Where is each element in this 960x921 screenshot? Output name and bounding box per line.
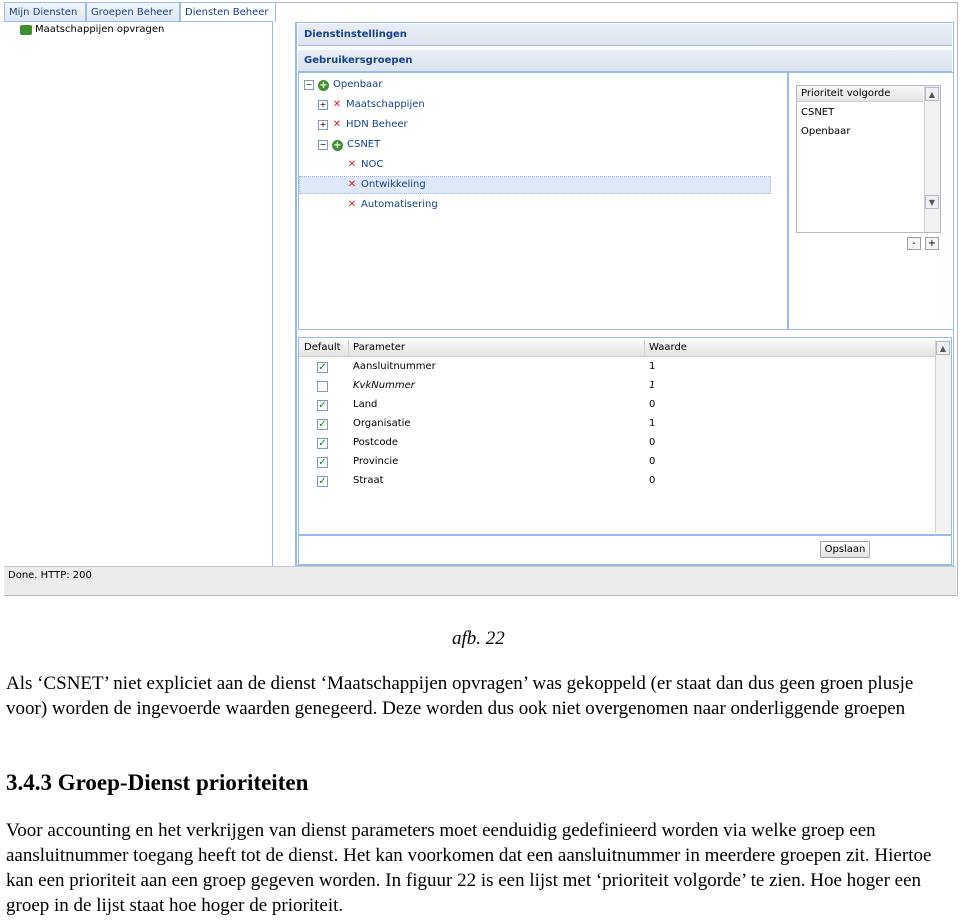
service-icon xyxy=(20,24,32,35)
tree-node-label: HDN Beheer xyxy=(346,119,408,130)
column-divider xyxy=(348,340,349,357)
red-x-icon: ✕ xyxy=(332,119,342,130)
tree-item-label: Maatschappijen opvragen xyxy=(35,24,165,35)
plus-green-icon: + xyxy=(318,79,329,91)
waarde-cell[interactable]: 0 xyxy=(649,475,655,486)
parameter-cell[interactable]: Postcode xyxy=(353,437,398,448)
left-tree-pane xyxy=(4,21,273,567)
tab-diensten-beheer[interactable]: Diensten Beheer xyxy=(180,2,276,22)
parameter-cell[interactable]: Provincie xyxy=(353,456,398,467)
column-divider xyxy=(644,340,645,357)
parameter-cell[interactable]: KvkNummer xyxy=(353,380,415,391)
priority-scrollbar[interactable] xyxy=(924,86,940,232)
collapse-icon[interactable]: − xyxy=(318,140,328,150)
plus-green-icon: + xyxy=(332,139,343,151)
default-checkbox[interactable]: ✓ xyxy=(317,457,328,468)
waarde-cell[interactable]: 1 xyxy=(649,361,655,372)
save-button[interactable]: Opslaan xyxy=(820,541,870,558)
default-checkbox[interactable]: ✓ xyxy=(317,362,328,373)
default-checkbox[interactable]: ✓ xyxy=(317,438,328,449)
priority-item-csnet[interactable]: CSNET xyxy=(801,107,834,118)
priority-down-button[interactable]: - xyxy=(907,237,921,250)
priority-up-button[interactable]: + xyxy=(925,237,939,250)
default-checkbox[interactable] xyxy=(317,381,328,392)
tree-node-ontwikkeling[interactable]: ✕ Ontwikkeling xyxy=(347,176,426,194)
red-x-icon: ✕ xyxy=(347,199,357,210)
collapse-icon[interactable]: − xyxy=(304,80,314,90)
paragraph-1: Als ‘CSNET’ niet expliciet aan de dienst… xyxy=(6,673,914,719)
status-bar xyxy=(4,566,956,595)
default-checkbox[interactable]: ✓ xyxy=(317,400,328,411)
tree-item-maatschappijen-opvragen[interactable]: Maatschappijen opvragen xyxy=(20,24,164,35)
expand-icon[interactable]: + xyxy=(318,100,328,110)
tree-node-label: NOC xyxy=(361,159,384,170)
waarde-cell[interactable]: 1 xyxy=(649,380,655,391)
status-text: Done. HTTP: 200 xyxy=(8,570,92,581)
scroll-down-icon[interactable]: ▼ xyxy=(925,195,939,209)
panel-subtitle: Gebruikersgroepen xyxy=(298,50,952,72)
panel-title: Dienstinstellingen xyxy=(298,24,952,46)
tree-node-label: Openbaar xyxy=(333,79,383,90)
paragraph-2: Voor accounting en het verkrijgen van di… xyxy=(6,820,932,916)
column-waarde[interactable]: Waarde xyxy=(649,342,687,353)
tree-node-label: Maatschappijen xyxy=(346,99,425,110)
grid-scrollbar[interactable] xyxy=(935,340,951,533)
figure-caption: afb. 22 xyxy=(452,628,505,649)
tree-node-automatisering[interactable]: ✕ Automatisering xyxy=(347,196,438,214)
section-heading: 3.4.3 Groep-Dienst prioriteiten xyxy=(6,770,309,795)
tree-node-label: CSNET xyxy=(347,139,381,150)
scroll-up-icon[interactable]: ▲ xyxy=(925,87,939,101)
default-checkbox[interactable]: ✓ xyxy=(317,476,328,487)
red-x-icon: ✕ xyxy=(332,99,342,110)
expand-icon[interactable]: + xyxy=(318,120,328,130)
waarde-cell[interactable]: 0 xyxy=(649,399,655,410)
tree-node-csnet[interactable]: − + CSNET xyxy=(318,136,380,154)
pane-splitter[interactable] xyxy=(273,22,296,567)
red-x-icon: ✕ xyxy=(347,159,357,170)
tree-node-openbaar[interactable]: − + Openbaar xyxy=(304,76,382,94)
scroll-up-icon[interactable]: ▲ xyxy=(936,341,950,355)
waarde-cell[interactable]: 0 xyxy=(649,437,655,448)
tree-node-label: Automatisering xyxy=(361,199,438,210)
column-default[interactable]: Default xyxy=(304,342,341,353)
column-parameter[interactable]: Parameter xyxy=(353,342,405,353)
parameter-cell[interactable]: Aansluitnummer xyxy=(353,361,436,372)
red-x-icon: ✕ xyxy=(347,179,357,190)
parameter-cell[interactable]: Organisatie xyxy=(353,418,411,429)
waarde-cell[interactable]: 0 xyxy=(649,456,655,467)
tree-node-noc[interactable]: ✕ NOC xyxy=(347,156,384,174)
parameter-cell[interactable]: Straat xyxy=(353,475,384,486)
priority-list-header[interactable]: Prioriteit volgorde xyxy=(797,86,923,102)
tree-node-hdn-beheer[interactable]: + ✕ HDN Beheer xyxy=(318,116,408,134)
parameter-cell[interactable]: Land xyxy=(353,399,377,410)
waarde-cell[interactable]: 1 xyxy=(649,418,655,429)
tree-node-label: Ontwikkeling xyxy=(361,179,426,190)
tree-node-maatschappijen[interactable]: + ✕ Maatschappijen xyxy=(318,96,425,114)
tab-groepen-beheer[interactable]: Groepen Beheer xyxy=(86,2,180,22)
priority-item-openbaar[interactable]: Openbaar xyxy=(801,126,850,137)
default-checkbox[interactable]: ✓ xyxy=(317,419,328,430)
tab-mijn-diensten[interactable]: Mijn Diensten xyxy=(4,2,86,22)
